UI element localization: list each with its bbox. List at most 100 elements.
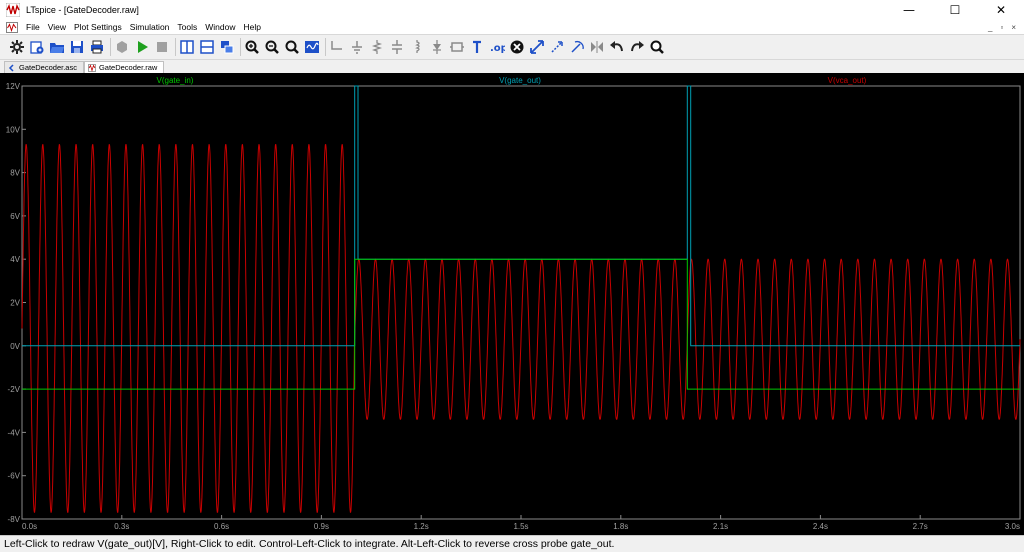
toolbar: .op bbox=[0, 34, 1024, 60]
mdi-restore-button[interactable]: ▫ bbox=[1000, 23, 1003, 32]
find-icon bbox=[650, 40, 664, 54]
text-button[interactable] bbox=[468, 37, 486, 57]
inductor-button[interactable] bbox=[408, 37, 426, 57]
stop-button[interactable] bbox=[153, 37, 171, 57]
schematic-icon bbox=[8, 63, 14, 72]
find-button[interactable] bbox=[648, 37, 666, 57]
zoom-out-button[interactable] bbox=[263, 37, 281, 57]
ground-button[interactable] bbox=[348, 37, 366, 57]
svg-text:.op: .op bbox=[490, 43, 505, 54]
zoom-in-icon bbox=[245, 40, 259, 54]
open-icon bbox=[30, 41, 44, 54]
print-button[interactable] bbox=[88, 37, 106, 57]
ground-icon bbox=[352, 41, 362, 54]
capacitor-icon bbox=[392, 40, 402, 54]
y-tick-label: -2V bbox=[8, 385, 21, 394]
drag-button[interactable] bbox=[548, 37, 566, 57]
y-tick-label: 4V bbox=[10, 255, 20, 264]
spice-directive-button[interactable]: .op bbox=[488, 37, 506, 57]
trace-vvca_out[interactable] bbox=[21, 144, 1021, 513]
resistor-icon bbox=[371, 40, 383, 54]
delete-icon bbox=[510, 40, 524, 54]
tile-horizontal-button[interactable] bbox=[198, 37, 216, 57]
run-button[interactable] bbox=[133, 37, 151, 57]
mdi-minimize-button[interactable]: _ bbox=[988, 23, 992, 32]
menu-view[interactable]: View bbox=[44, 22, 70, 32]
legend-vvca_out[interactable]: V(vca_out) bbox=[828, 76, 867, 85]
toolbar-separator bbox=[325, 38, 326, 56]
menu-simulation[interactable]: Simulation bbox=[126, 22, 174, 32]
legend-vgate_out[interactable]: V(gate_out) bbox=[499, 76, 541, 85]
open-folder-button[interactable] bbox=[48, 37, 66, 57]
move-button[interactable] bbox=[528, 37, 546, 57]
mdi-close-button[interactable]: × bbox=[1011, 23, 1016, 32]
y-tick-label: 2V bbox=[10, 299, 20, 308]
spice-directive-icon: .op bbox=[490, 43, 505, 54]
menu-bar: File View Plot Settings Simulation Tools… bbox=[0, 20, 1024, 34]
title-bar: LTspice - [GateDecoder.raw] — ☐ ✕ bbox=[0, 0, 1024, 20]
save-button[interactable] bbox=[68, 37, 86, 57]
y-tick-label: 10V bbox=[6, 125, 21, 134]
tab-gatedecoder-raw[interactable]: GateDecoder.raw bbox=[83, 61, 165, 73]
zoom-out-icon bbox=[265, 40, 279, 54]
rotate-button[interactable] bbox=[568, 37, 586, 57]
drag-icon bbox=[551, 41, 563, 53]
cascade-icon bbox=[221, 41, 234, 54]
y-tick-label: -4V bbox=[8, 428, 21, 437]
menu-file[interactable]: File bbox=[22, 22, 44, 32]
maximize-button[interactable]: ☐ bbox=[932, 0, 978, 20]
x-tick-label: 1.2s bbox=[414, 522, 429, 531]
gear-button[interactable] bbox=[8, 37, 26, 57]
zoom-fit-button[interactable] bbox=[283, 37, 301, 57]
x-tick-label: 2.4s bbox=[813, 522, 828, 531]
mdi-controls: _ ▫ × bbox=[988, 23, 1016, 32]
menu-window[interactable]: Window bbox=[201, 22, 239, 32]
waveform-plot[interactable]: 12V 10V 8V 6V 4V 2V 0V -2V -4V -6V -8V 0.0s 0.3s 0.6s… bbox=[0, 73, 1024, 535]
x-tick-label: 1.8s bbox=[613, 522, 628, 531]
redo-button[interactable] bbox=[628, 37, 646, 57]
mirror-icon bbox=[591, 41, 603, 53]
menu-plot-settings[interactable]: Plot Settings bbox=[70, 22, 126, 32]
toolbar-separator bbox=[110, 38, 111, 56]
legend-vgate_in[interactable]: V(gate_in) bbox=[157, 76, 194, 85]
component-button[interactable] bbox=[448, 37, 466, 57]
save-icon bbox=[71, 41, 83, 53]
zoom-in-button[interactable] bbox=[243, 37, 261, 57]
mirror-button[interactable] bbox=[588, 37, 606, 57]
ltspice-window: LTspice - [GateDecoder.raw] — ☐ ✕ File V… bbox=[0, 0, 1024, 552]
y-tick-label: 12V bbox=[6, 82, 21, 91]
cascade-button[interactable] bbox=[218, 37, 236, 57]
y-tick-label: -6V bbox=[8, 472, 21, 481]
minimize-button[interactable]: — bbox=[886, 0, 932, 20]
diode-button[interactable] bbox=[428, 37, 446, 57]
y-tick-label: -8V bbox=[8, 515, 21, 524]
rotate-icon bbox=[571, 40, 584, 53]
wire-icon bbox=[331, 41, 342, 50]
open-button[interactable] bbox=[28, 37, 46, 57]
tile-vertical-button[interactable] bbox=[178, 37, 196, 57]
autorange-button[interactable] bbox=[303, 37, 321, 57]
move-icon bbox=[530, 40, 544, 54]
undo-icon bbox=[610, 41, 623, 52]
resistor-button[interactable] bbox=[368, 37, 386, 57]
gear-icon bbox=[10, 40, 24, 54]
status-bar: Left-Click to redraw V(gate_out)[V], Rig… bbox=[0, 535, 1024, 552]
text-icon bbox=[473, 40, 481, 53]
delete-button[interactable] bbox=[508, 37, 526, 57]
y-tick-label: 8V bbox=[10, 169, 20, 178]
x-tick-label: 0.6s bbox=[214, 522, 229, 531]
hexagon-button[interactable] bbox=[113, 37, 131, 57]
x-tick-label: 0.0s bbox=[22, 522, 37, 531]
status-text: Left-Click to redraw V(gate_out)[V], Rig… bbox=[4, 538, 615, 550]
redo-icon bbox=[631, 41, 644, 52]
tab-label: GateDecoder.asc bbox=[19, 63, 77, 72]
plot-canvas[interactable]: 12V 10V 8V 6V 4V 2V 0V -2V -4V -6V -8V0.0s 0.3s 0.6s… bbox=[0, 73, 1024, 535]
menu-help[interactable]: Help bbox=[239, 22, 264, 32]
undo-button[interactable] bbox=[608, 37, 626, 57]
tab-gatedecoder-asc[interactable]: GateDecoder.asc bbox=[4, 61, 84, 73]
diode-icon bbox=[433, 40, 441, 54]
wire-button[interactable] bbox=[328, 37, 346, 57]
menu-tools[interactable]: Tools bbox=[173, 22, 201, 32]
capacitor-button[interactable] bbox=[388, 37, 406, 57]
close-button[interactable]: ✕ bbox=[978, 0, 1024, 20]
